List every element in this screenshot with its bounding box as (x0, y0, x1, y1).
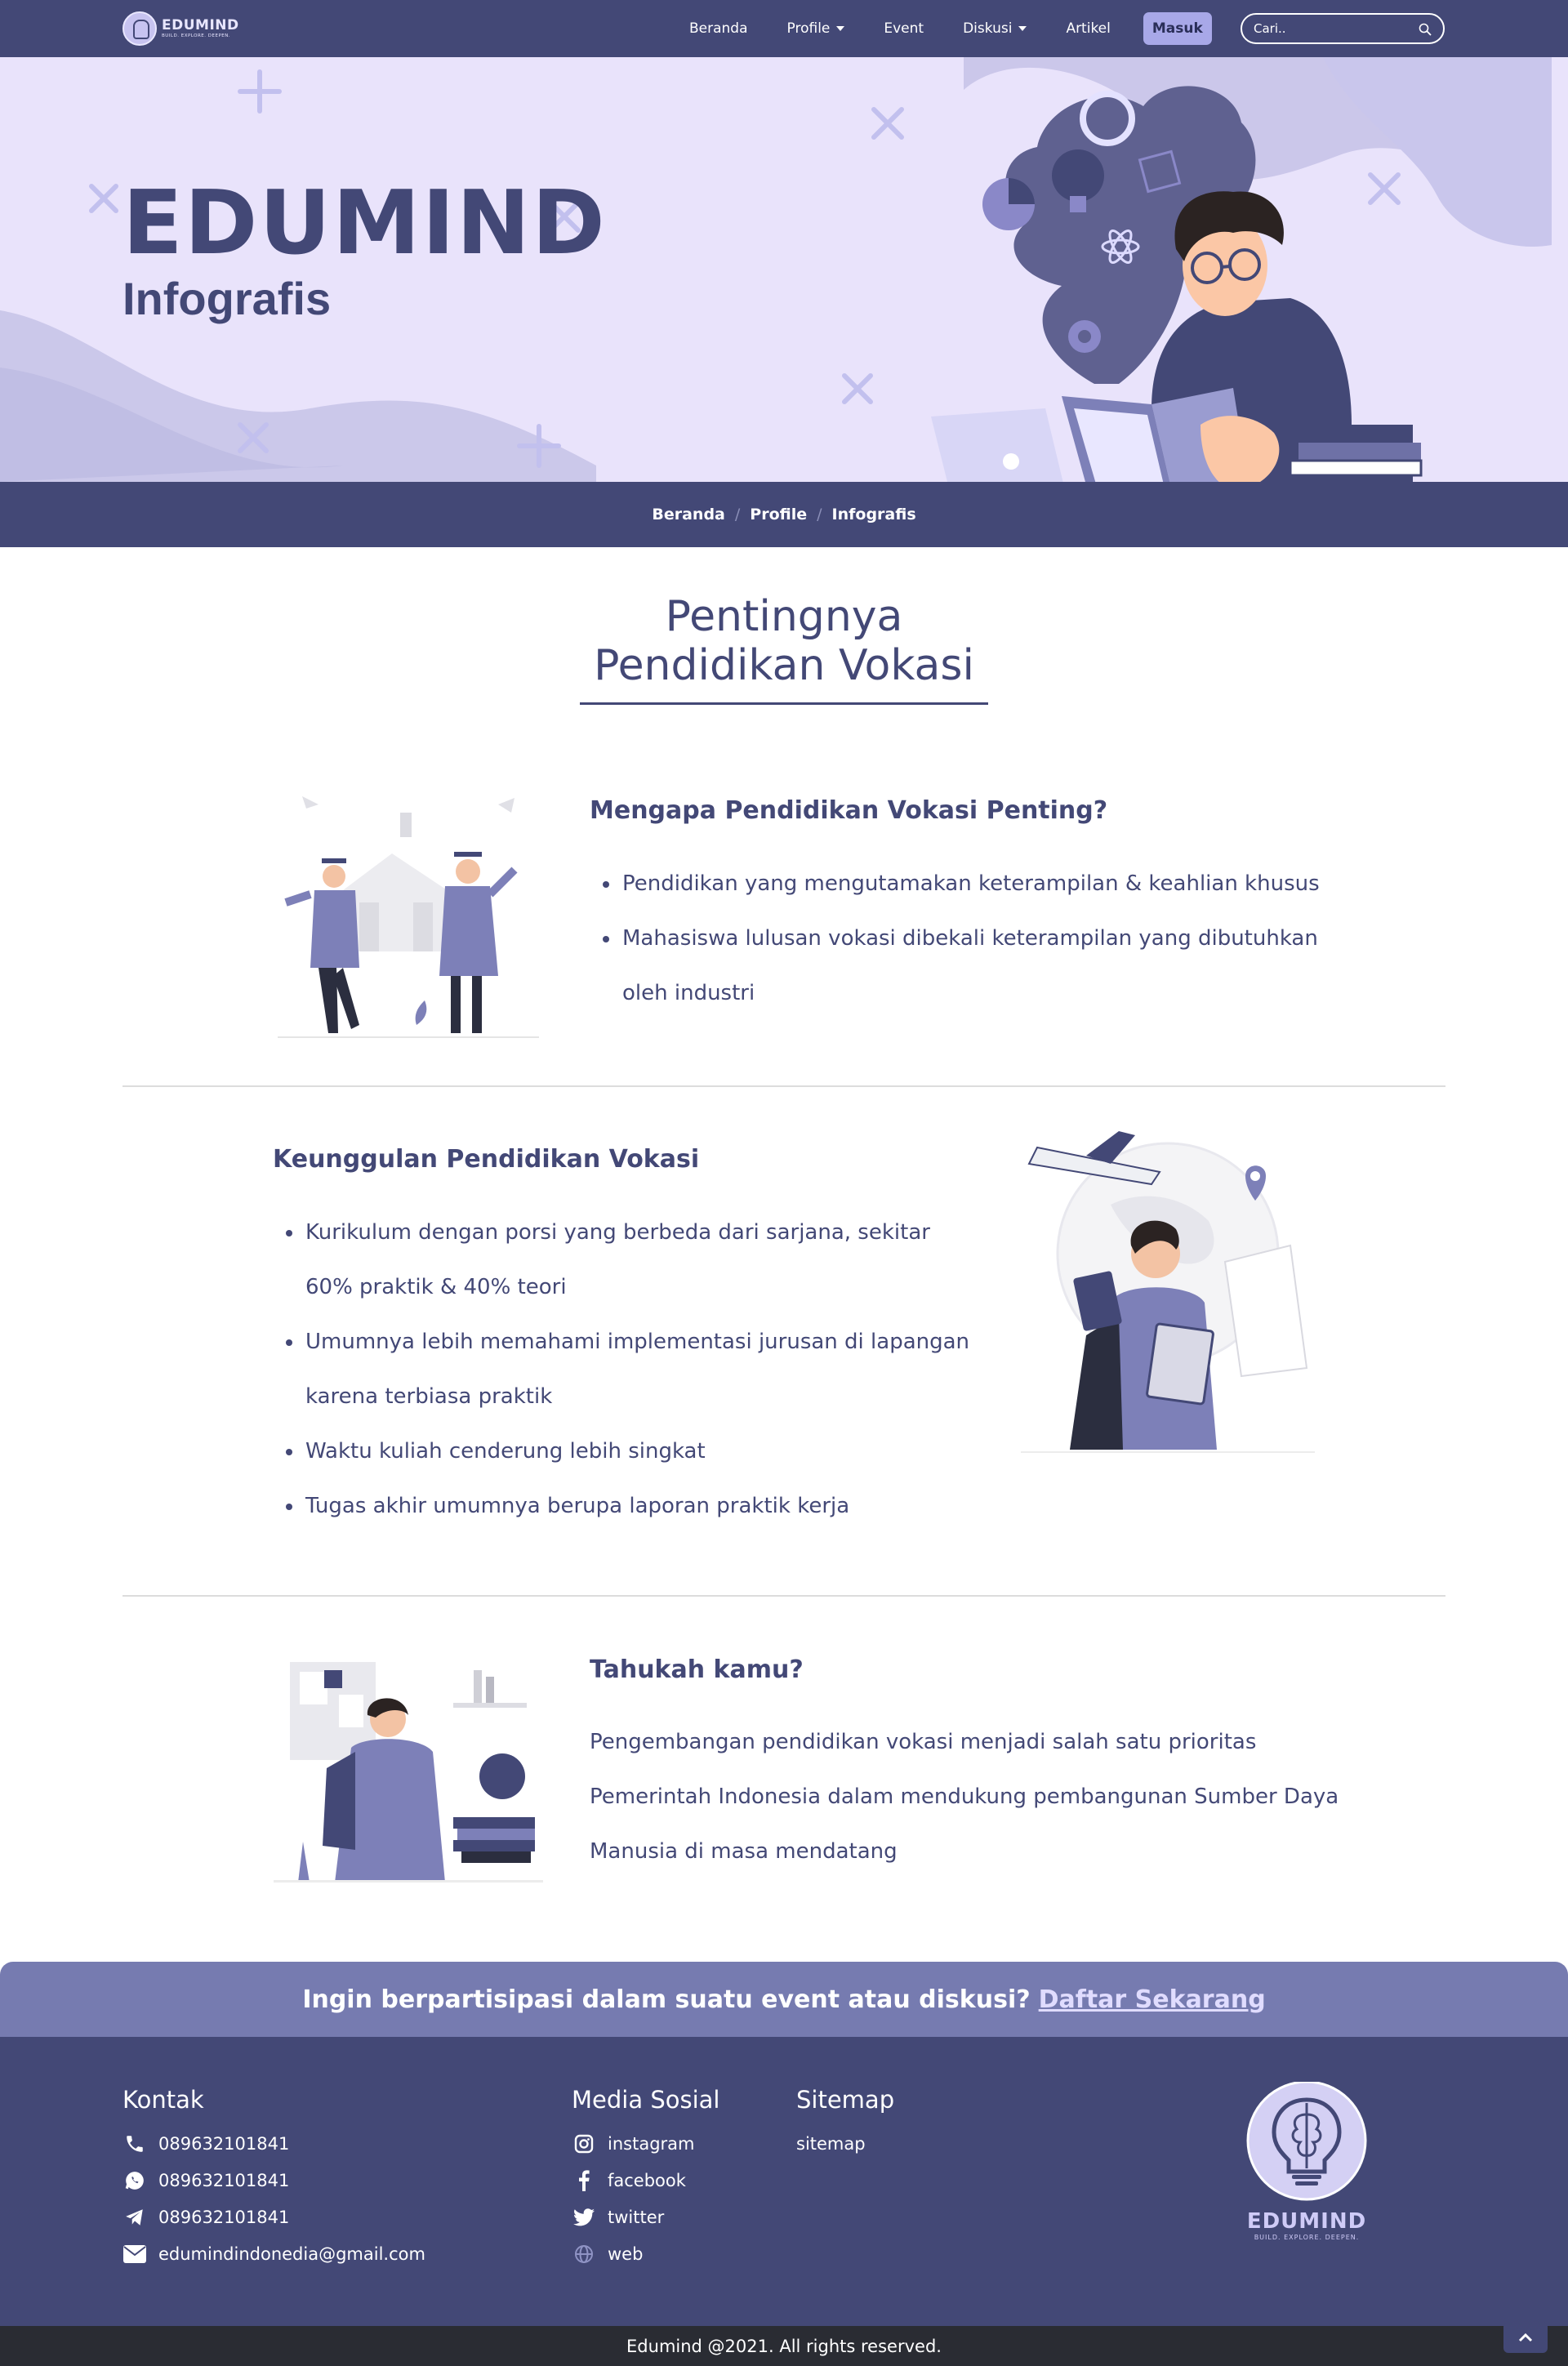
scroll-to-top-button[interactable] (1503, 2322, 1548, 2353)
nav-beranda[interactable]: Beranda (670, 20, 768, 37)
social-facebook[interactable]: facebook (572, 2162, 719, 2199)
contact-email-text: edumindindonedia@gmail.com (158, 2243, 425, 2264)
graduates-illustration (278, 796, 539, 1038)
social-twitter[interactable]: twitter (572, 2199, 719, 2235)
footer-contact: Kontak 089632101841 089632101841 0896321… (122, 2086, 425, 2272)
login-button[interactable]: Masuk (1143, 12, 1212, 45)
section-divider (122, 1595, 1446, 1597)
logo-text: EDUMIND BUILD. EXPLORE. DEEPEN. (162, 16, 239, 39)
list-item: Tugas akhir umumnya berupa laporan prakt… (273, 1479, 975, 1534)
brain-bulb-icon (122, 11, 157, 46)
globe-icon (572, 2242, 596, 2266)
section-divider (122, 1085, 1446, 1087)
social-instagram-label: instagram (608, 2133, 695, 2154)
footer-social: Media Sosial instagram facebook twitter … (572, 2086, 719, 2272)
contact-telegram[interactable]: 089632101841 (122, 2199, 425, 2235)
page-title-line2: Pendidikan Vokasi (594, 641, 974, 690)
section-3-heading: Tahukah kamu? (590, 1655, 804, 1684)
footer-logo[interactable]: EDUMIND BUILD. EXPLORE. DEEPEN. (1241, 2080, 1372, 2241)
nav-diskusi[interactable]: Diskusi (943, 20, 1046, 37)
hero-banner: EDUMIND Infografis (0, 57, 1568, 482)
contact-phone[interactable]: 089632101841 (122, 2125, 425, 2162)
student-studying-illustration (274, 1662, 543, 1883)
social-twitter-label: twitter (608, 2207, 665, 2227)
footer-contact-heading: Kontak (122, 2086, 204, 2114)
hero-subtitle: Infografis (122, 273, 332, 324)
instagram-icon (572, 2132, 596, 2156)
social-instagram[interactable]: instagram (572, 2125, 719, 2162)
section-2-list: Kurikulum dengan porsi yang berbeda dari… (273, 1205, 975, 1534)
social-web[interactable]: web (572, 2235, 719, 2272)
breadcrumb-profile[interactable]: Profile (750, 506, 807, 524)
footer-sitemap: Sitemap sitemap (796, 2086, 894, 2162)
list-item: Umumnya lebih memahami implementasi juru… (273, 1315, 975, 1424)
nav-diskusi-label: Diskusi (963, 20, 1013, 37)
list-item: Pendidikan yang mengutamakan keterampila… (590, 857, 1365, 911)
facebook-icon (572, 2168, 596, 2193)
list-item: Waktu kuliah cenderung lebih singkat (273, 1424, 975, 1479)
copyright-bar: Edumind @2021. All rights reserved. (0, 2326, 1568, 2366)
breadcrumb-separator: / (817, 506, 822, 524)
register-link[interactable]: Daftar Sekarang (1039, 1985, 1266, 2014)
nav-profile[interactable]: Profile (768, 20, 865, 37)
chevron-down-icon (836, 26, 845, 31)
contact-whatsapp[interactable]: 089632101841 (122, 2162, 425, 2199)
breadcrumb-separator: / (734, 506, 741, 524)
social-web-label: web (608, 2243, 644, 2264)
chevron-up-icon (1518, 2333, 1533, 2342)
telegram-icon (122, 2205, 147, 2230)
search-input[interactable] (1254, 21, 1409, 36)
section-1-heading: Mengapa Pendidikan Vokasi Penting? (590, 796, 1108, 825)
nav-links: Beranda Profile Event Diskusi Artikel Ma… (670, 0, 1212, 57)
twitter-icon (572, 2205, 596, 2230)
footer-sitemap-heading: Sitemap (796, 2086, 895, 2114)
chevron-down-icon (1018, 26, 1027, 31)
section-1-list: Pendidikan yang mengutamakan keterampila… (590, 857, 1365, 1021)
cta-banner: Ingin berpartisipasi dalam suatu event a… (0, 1962, 1568, 2037)
contact-telegram-text: 089632101841 (158, 2207, 290, 2227)
student-traveler-illustration (1021, 1131, 1315, 1453)
footer-logo-name: EDUMIND (1246, 2209, 1367, 2234)
copyright-text: Edumind @2021. All rights reserved. (626, 2336, 942, 2356)
contact-email[interactable]: edumindindonedia@gmail.com (122, 2235, 425, 2272)
site-logo[interactable]: EDUMIND BUILD. EXPLORE. DEEPEN. (122, 10, 239, 47)
nav-profile-label: Profile (786, 20, 831, 37)
title-underline (580, 702, 988, 705)
search-icon[interactable] (1419, 23, 1432, 36)
brain-bulb-icon (1246, 2080, 1367, 2201)
footer-social-heading: Media Sosial (572, 2086, 720, 2114)
logo-tagline: BUILD. EXPLORE. DEEPEN. (162, 33, 231, 38)
list-item: Kurikulum dengan porsi yang berbeda dari… (273, 1205, 975, 1315)
nav-event[interactable]: Event (864, 20, 943, 37)
contact-whatsapp-text: 089632101841 (158, 2170, 290, 2190)
breadcrumb-beranda[interactable]: Beranda (652, 506, 725, 524)
section-2-heading: Keunggulan Pendidikan Vokasi (273, 1145, 700, 1174)
list-item: Mahasiswa lulusan vokasi dibekali ketera… (590, 911, 1365, 1021)
social-facebook-label: facebook (608, 2170, 686, 2190)
footer: Kontak 089632101841 089632101841 0896321… (0, 2037, 1568, 2326)
student-reading-illustration (931, 86, 1423, 482)
page-title-line1: Pentingnya (665, 592, 903, 641)
footer-logo-tagline: BUILD. EXPLORE. DEEPEN. (1254, 2234, 1360, 2241)
breadcrumb: Beranda / Profile / Infografis (0, 482, 1568, 547)
whatsapp-icon (122, 2168, 147, 2193)
search-box (1241, 13, 1445, 44)
nav-artikel[interactable]: Artikel (1046, 20, 1129, 37)
phone-icon (122, 2132, 147, 2156)
page-title: Pentingnya Pendidikan Vokasi (0, 592, 1568, 690)
contact-phone-text: 089632101841 (158, 2133, 290, 2154)
sitemap-link[interactable]: sitemap (796, 2125, 894, 2162)
section-3-paragraph: Pengembangan pendidikan vokasi menjadi s… (590, 1730, 1339, 1864)
navbar: EDUMIND BUILD. EXPLORE. DEEPEN. Beranda … (0, 0, 1568, 57)
breadcrumb-current: Infografis (831, 506, 916, 524)
logo-name: EDUMIND (162, 16, 239, 33)
mail-icon (122, 2242, 147, 2266)
hero-title: EDUMIND (122, 172, 607, 274)
cta-text: Ingin berpartisipasi dalam suatu event a… (302, 1985, 1031, 2014)
